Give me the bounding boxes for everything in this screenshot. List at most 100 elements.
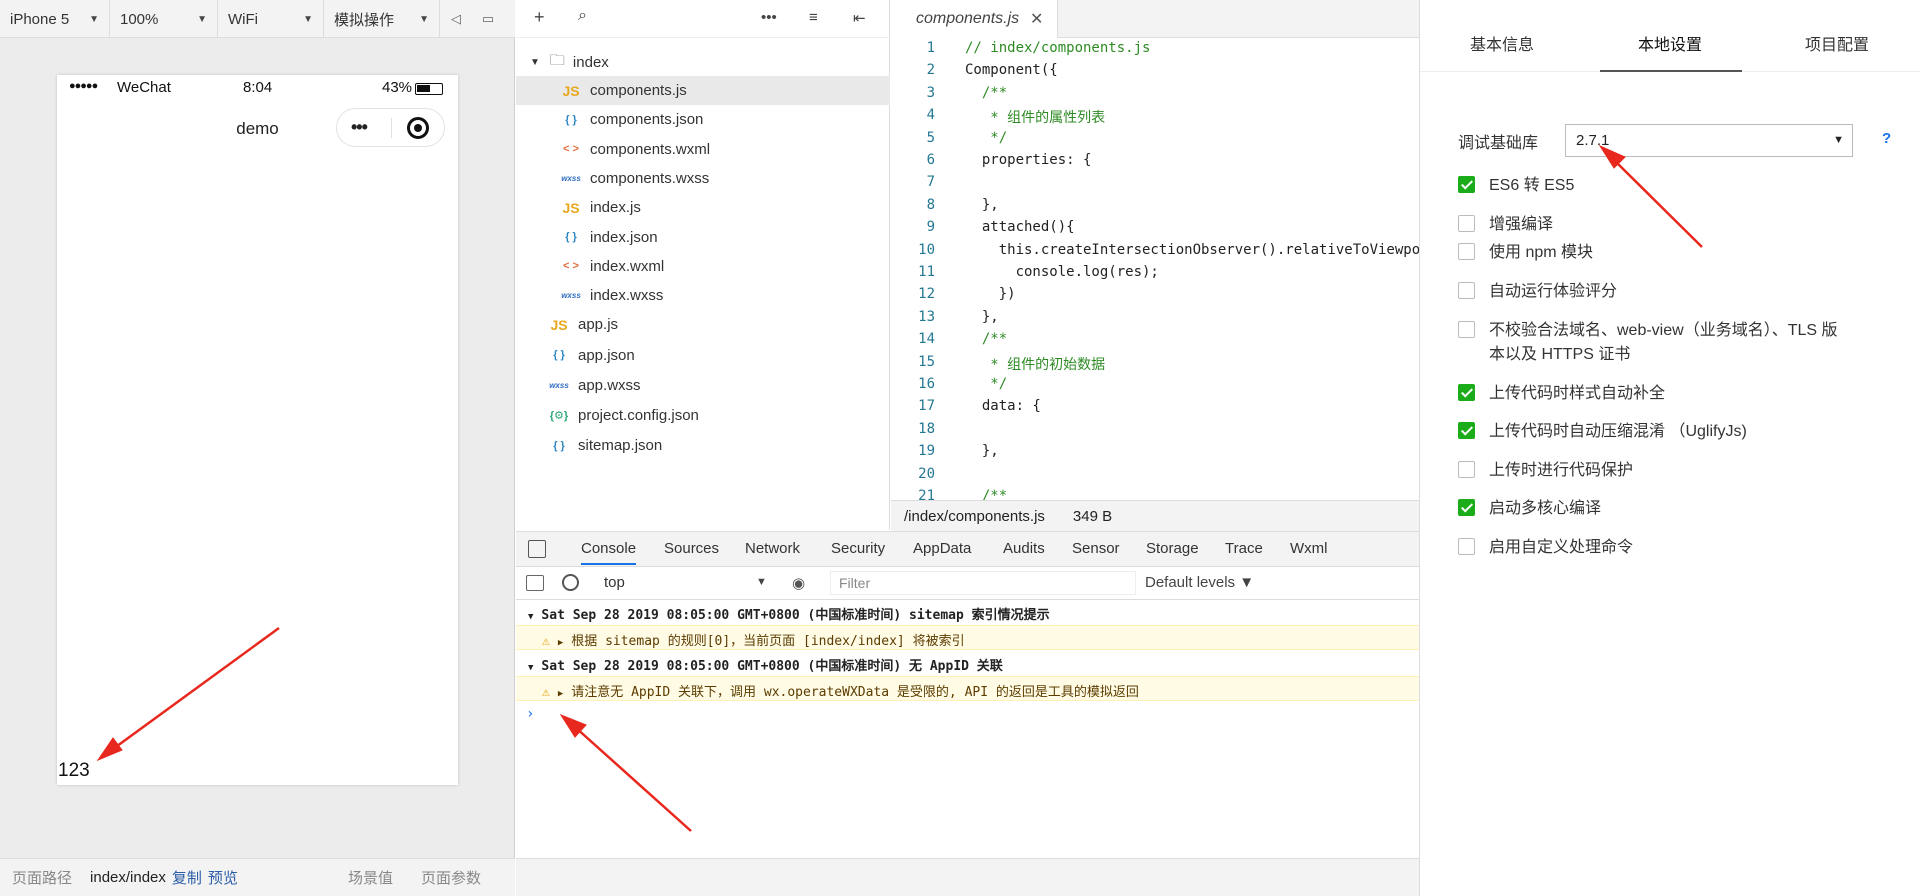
code-text: // index/components.js [965,40,1151,56]
option-row[interactable]: 上传代码时自动压缩混淆 （UglifyJs) [1458,420,1747,444]
tab-project-config[interactable]: 项目配置 [1805,31,1869,55]
devtools-tab-console[interactable]: Console [581,540,637,565]
caret-right-icon: ▶ [557,689,564,699]
option-row[interactable]: ES6 转 ES5 [1458,174,1574,198]
filter-input[interactable]: Filter [830,571,1136,595]
checkbox[interactable] [1458,499,1475,516]
file-item[interactable]: { } components.json [516,105,890,134]
params-button[interactable]: 页面参数 [421,867,481,888]
tab-basic-info[interactable]: 基本信息 [1470,31,1534,55]
devtools-tab-storage[interactable]: Storage [1146,540,1199,557]
devtools-tab-security[interactable]: Security [831,540,885,557]
file-item[interactable]: JS components.js [516,76,890,105]
mute-icon[interactable]: ◁ [440,0,472,38]
more-icon[interactable]: ••• [761,9,777,26]
file-item[interactable]: JS app.js [516,310,890,339]
file-item[interactable]: wxss components.wxss [516,164,890,193]
folder-icon: 🗀 [549,52,565,69]
more-icon[interactable]: ••• [351,117,368,138]
checkbox[interactable] [1458,384,1475,401]
devtools-tab-wxml[interactable]: Wxml [1290,540,1328,557]
checkbox[interactable] [1458,422,1475,439]
file-item[interactable]: wxss index.wxss [516,281,890,310]
network-select[interactable]: WiFi ▼ [218,0,324,38]
search-icon[interactable]: ⌕ [578,7,587,25]
file-item[interactable]: JS index.js [516,193,890,222]
checkbox[interactable] [1458,282,1475,299]
editor-tab[interactable]: components.js ✕ [891,0,1058,38]
console-group[interactable]: ▼ Sat Sep 28 2019 08:05:00 GMT+0800 (中国标准… [516,600,1419,623]
scene-button[interactable]: 场景值 [348,867,393,888]
option-row[interactable]: 使用 npm 模块 [1458,241,1593,265]
eye-icon[interactable]: ◉ [792,574,805,592]
device-value: iPhone 5 [10,10,70,28]
add-icon[interactable]: + [534,7,545,28]
checkbox[interactable] [1458,215,1475,232]
split-icon[interactable]: ⇤ [853,9,866,27]
code-line: 17 data: { [891,398,1419,420]
inspect-icon[interactable] [528,540,546,558]
tab-local-settings[interactable]: 本地设置 [1638,31,1702,55]
option-row[interactable]: 启用自定义处理命令 [1458,536,1633,560]
file-item[interactable]: { } sitemap.json [516,431,890,460]
clear-console-icon[interactable] [562,574,579,591]
console-group[interactable]: ▼ Sat Sep 28 2019 08:05:00 GMT+0800 (中国标准… [516,651,1419,674]
capsule-menu[interactable]: ••• [336,108,445,147]
file-item[interactable]: {⚙} project.config.json [516,401,890,430]
status-bar: ●●●●● WeChat 8:04 43% [57,75,458,101]
option-row[interactable]: 不校验合法域名、web-view（业务域名）、TLS 版本以及 HTTPS 证书 [1458,319,1837,367]
window-icon[interactable]: ▭ [472,0,504,38]
devtools-tab-audits[interactable]: Audits [1003,540,1045,557]
line-number: 16 [918,376,935,392]
code-text: }, [965,308,999,325]
devtools-tab-trace[interactable]: Trace [1225,540,1263,557]
console-warning[interactable]: ⚠ ▶ 根据 sitemap 的规则[0]，当前页面 [index/index] 将… [516,625,1419,650]
devtools-tab-sources[interactable]: Sources [664,540,719,557]
line-number: 3 [926,84,935,101]
file-item[interactable]: { } app.json [516,341,890,370]
copy-link[interactable]: 复制 [172,867,202,888]
option-label: 上传代码时样式自动补全 [1489,382,1665,406]
console-prompt-icon[interactable]: › [526,706,1429,722]
simulator-panel: iPhone 5 ▼ 100% ▼ WiFi ▼ 模拟操作 ▼ ◁ ▭ ●●●●● We… [0,0,515,896]
checkbox[interactable] [1458,321,1475,338]
preview-link[interactable]: 预览 [208,867,238,888]
devtools-tab-appdata[interactable]: AppData [913,540,971,557]
checkbox[interactable] [1458,461,1475,478]
simulate-select[interactable]: 模拟操作 ▼ [324,0,440,38]
warning-icon: ⚠ [542,634,550,649]
help-icon[interactable]: ? [1882,130,1891,147]
checkbox[interactable] [1458,538,1475,555]
sidebar-toggle-icon[interactable] [526,575,544,591]
checkbox[interactable] [1458,176,1475,193]
devtools-tab-network[interactable]: Network [745,540,800,557]
option-row[interactable]: 自动运行体验评分 [1458,280,1617,304]
collapse-icon[interactable]: ≡ [809,9,818,26]
option-label-text: 不校验合法域名、web-view（业务域名）、TLS 版 [1489,322,1838,339]
checkbox[interactable] [1458,243,1475,260]
json-file-icon: { } [565,113,577,126]
close-icon[interactable]: ✕ [1030,9,1043,29]
option-row[interactable]: 上传时进行代码保护 [1458,459,1633,483]
file-item[interactable]: < > index.wxml [516,252,890,281]
option-row[interactable]: 增强编译 [1458,213,1553,237]
context-select[interactable]: top [604,574,625,591]
devtools-tab-sensor[interactable]: Sensor [1072,540,1120,557]
file-item[interactable]: { } index.json [516,223,890,252]
code-area[interactable]: 1 // index/components.js 2 Component({3 /**… [891,38,1419,500]
folder-row[interactable]: ▼ 🗀 index [516,48,890,77]
option-row[interactable]: 启动多核心编译 [1458,497,1601,521]
code-text: }, [965,196,999,213]
file-item[interactable]: wxss app.wxss [516,371,890,400]
code-text: */ [965,376,1008,392]
console-warning[interactable]: ⚠ ▶ 请注意无 AppID 关联下，调用 wx.operateWXData 是受限… [516,676,1419,701]
line-number: 20 [918,465,935,482]
levels-select[interactable]: Default levels ▼ [1145,574,1254,591]
close-target-icon[interactable] [407,117,429,139]
option-row[interactable]: 上传代码时样式自动补全 [1458,382,1665,406]
zoom-select[interactable]: 100% ▼ [110,0,218,38]
lib-version-select[interactable]: 2.7.1 ▼ [1565,124,1853,157]
code-line: 12 }) [891,286,1419,308]
device-select[interactable]: iPhone 5 ▼ [0,0,110,38]
file-item[interactable]: < > components.wxml [516,135,890,164]
